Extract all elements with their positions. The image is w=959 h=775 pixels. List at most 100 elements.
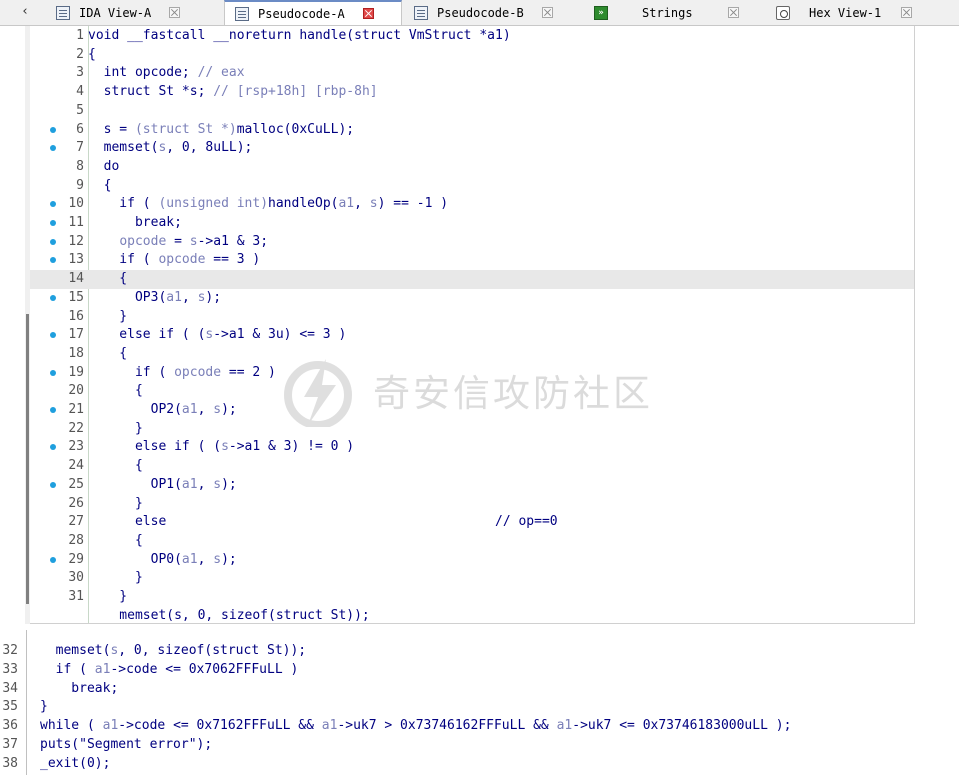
- breakpoint-dot-icon[interactable]: [50, 444, 56, 451]
- code-line[interactable]: 31 }: [30, 588, 914, 607]
- code-token: OP0(: [88, 551, 182, 567]
- code-line[interactable]: 17 else if ( (s->a1 & 3u) <= 3 ): [30, 326, 914, 345]
- code-line[interactable]: 11 break;: [30, 214, 914, 233]
- code-text: {: [88, 532, 143, 551]
- breakpoint-dot-icon[interactable]: [50, 126, 56, 133]
- code-token: }: [88, 420, 143, 436]
- tab-scroll-left-icon[interactable]: ‹: [18, 3, 32, 21]
- breakpoint-dot-icon[interactable]: [50, 201, 56, 208]
- code-line[interactable]: 6 s = (struct St *)malloc(0xCuLL);: [30, 121, 914, 140]
- breakpoint-dot-icon[interactable]: [50, 220, 56, 226]
- code-token: (unsigned int): [158, 196, 269, 212]
- code-line[interactable]: 8 do: [30, 158, 914, 177]
- tab-pseudocode-a[interactable]: Pseudocode-A: [224, 0, 402, 25]
- code-text: {: [88, 177, 112, 196]
- code-token: memset(: [88, 140, 159, 156]
- code-line[interactable]: 32 memset(s, 0, sizeof(struct St));: [0, 642, 959, 661]
- code-line[interactable]: 26 }: [30, 495, 914, 514]
- code-token: // [rsp+18h] [rbp-8h]: [213, 84, 378, 100]
- breakpoint-dot-icon[interactable]: [50, 238, 56, 245]
- code-token: ->uk7 <= 0x73746183000uLL );: [572, 718, 792, 734]
- breakpoint-dot-icon[interactable]: [50, 556, 56, 563]
- code-text: if ( a1->code <= 0x7062FFFuLL ): [40, 661, 299, 680]
- code-line[interactable]: 16 }: [30, 308, 914, 327]
- code-token: {: [88, 345, 128, 361]
- breakpoint-dot-icon[interactable]: [50, 332, 56, 339]
- code-line[interactable]: 13 if ( opcode == 3 ): [30, 251, 914, 270]
- code-line[interactable]: 7 memset(s, 0, 8uLL);: [30, 139, 914, 158]
- code-line[interactable]: 24 {: [30, 457, 914, 476]
- code-line[interactable]: 23 else if ( (s->a1 & 3) != 0 ): [30, 438, 914, 457]
- code-token: puts("Segment error");: [40, 737, 213, 752]
- code-token: ->a1 & 3) != 0 ): [228, 439, 355, 455]
- code-line[interactable]: 22 }: [30, 420, 914, 439]
- code-line[interactable]: 9 {: [30, 177, 914, 196]
- code-token: );: [221, 551, 237, 567]
- code-token: ->a1 & 3u) <= 3 ): [213, 327, 347, 343]
- code-line[interactable]: 28 {: [30, 532, 914, 551]
- code-token: a1: [166, 289, 182, 305]
- code-line[interactable]: 20 {: [30, 382, 914, 401]
- code-line[interactable]: 34 break;: [0, 680, 959, 699]
- tab-pseudocode-b[interactable]: Pseudocode-B: [414, 0, 584, 25]
- code-line[interactable]: 3 int opcode; // eax: [30, 64, 914, 83]
- breakpoint-dot-icon[interactable]: [50, 369, 56, 376]
- code-line[interactable]: 15 OP3(a1, s);: [30, 289, 914, 308]
- code-line[interactable]: 5: [30, 102, 914, 121]
- tab-bar: ‹ IDA View-A Pseudocode-A Pseudocode-B »…: [0, 0, 959, 26]
- code-token: if (: [40, 661, 95, 677]
- code-token: ,: [354, 196, 370, 212]
- code-line[interactable]: 18 {: [30, 345, 914, 364]
- line-number: 22: [68, 420, 84, 436]
- breakpoint-dot-icon[interactable]: [50, 481, 56, 488]
- close-icon[interactable]: [727, 7, 739, 18]
- code-line[interactable]: 10 if ( (unsigned int)handleOp(a1, s) ==…: [30, 195, 914, 214]
- code-token: s: [213, 551, 222, 567]
- tab-strings[interactable]: » Strings: [594, 0, 766, 25]
- code-token: struct St *s;: [88, 84, 214, 100]
- close-icon[interactable]: [901, 7, 913, 18]
- code-line[interactable]: 27 else // op==0: [30, 513, 914, 532]
- breakpoint-dot-icon[interactable]: [50, 294, 56, 301]
- close-icon[interactable]: [362, 8, 374, 19]
- breakpoint-dot-icon[interactable]: [50, 407, 56, 413]
- code-token: OP2(: [88, 402, 182, 417]
- tab-label: Hex View-1: [809, 5, 882, 20]
- code-token: malloc(0xCuLL);: [236, 121, 355, 137]
- breakpoint-dot-icon[interactable]: [50, 257, 56, 264]
- scrollbar-thumb[interactable]: [26, 314, 29, 604]
- code-token: ->code <= 0x7162FFFuLL &&: [118, 718, 322, 734]
- code-line[interactable]: 4 struct St *s; // [rsp+18h] [rbp-8h]: [30, 83, 914, 102]
- code-line[interactable]: 2{: [30, 46, 914, 65]
- code-line[interactable]: 37 puts("Segment error");: [0, 736, 959, 755]
- code-line[interactable]: 33 if ( a1->code <= 0x7062FFFuLL ): [0, 661, 959, 680]
- pseudocode-continuation[interactable]: 32 memset(s, 0, sizeof(struct St)); 33 if…: [0, 630, 959, 775]
- code-line[interactable]: 29 OP0(a1, s);: [30, 551, 914, 570]
- line-number: 18: [68, 345, 84, 361]
- code-line[interactable]: 35}: [0, 698, 959, 717]
- code-token: ,: [197, 476, 214, 492]
- code-token: a1: [338, 196, 355, 212]
- code-text: opcode = s->a1 & 3;: [88, 233, 268, 252]
- pseudocode-editor[interactable]: 1 void __fastcall __noreturn handle(struc…: [30, 26, 915, 624]
- code-line[interactable]: 14 {: [30, 270, 914, 289]
- code-token: else if ( (: [88, 327, 206, 343]
- code-line[interactable]: memset(s, 0, sizeof(struct St));: [30, 607, 914, 623]
- code-line[interactable]: 30 }: [30, 569, 914, 588]
- code-line[interactable]: 25 OP1(a1, s);: [30, 476, 914, 495]
- code-line[interactable]: 12 opcode = s->a1 & 3;: [30, 233, 914, 252]
- code-text: else if ( (s->a1 & 3) != 0 ): [88, 438, 354, 457]
- code-line[interactable]: 38 _exit(0);: [0, 755, 959, 774]
- tab-hex-view-1[interactable]: Hex View-1: [776, 0, 959, 25]
- code-line[interactable]: 36 while ( a1->code <= 0x7162FFFuLL && a1…: [0, 717, 959, 736]
- code-line[interactable]: 19 if ( opcode == 2 ): [30, 364, 914, 383]
- code-text: }: [88, 308, 127, 327]
- code-text: if ( (unsigned int)handleOp(a1, s) == -1…: [88, 195, 448, 214]
- close-icon[interactable]: [169, 7, 181, 18]
- code-line[interactable]: 21 OP2(a1, s);: [30, 401, 914, 420]
- close-icon[interactable]: [541, 7, 553, 18]
- code-line[interactable]: 1 void __fastcall __noreturn handle(struc…: [30, 27, 914, 46]
- breakpoint-dot-icon[interactable]: [50, 145, 56, 152]
- code-text: }: [88, 495, 143, 514]
- tab-ida-view-a[interactable]: IDA View-A: [56, 0, 224, 25]
